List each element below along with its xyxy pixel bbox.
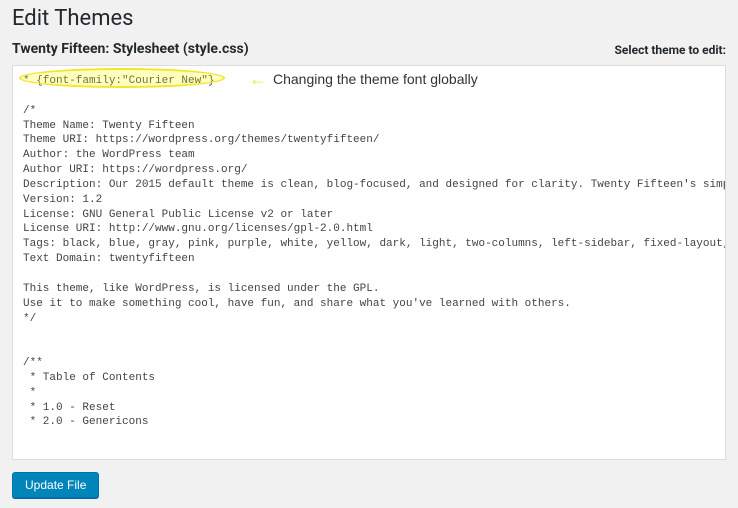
file-subtitle: Twenty Fifteen: Stylesheet (style.css) bbox=[12, 41, 249, 57]
update-file-button[interactable]: Update File bbox=[12, 472, 99, 498]
page-title: Edit Themes bbox=[12, 0, 726, 41]
stylesheet-editor[interactable] bbox=[13, 66, 725, 459]
header-row: Twenty Fifteen: Stylesheet (style.css) S… bbox=[12, 41, 726, 57]
select-theme-label: Select theme to edit: bbox=[615, 43, 726, 57]
editor-wrap: ← Changing the theme font globally bbox=[12, 65, 726, 460]
